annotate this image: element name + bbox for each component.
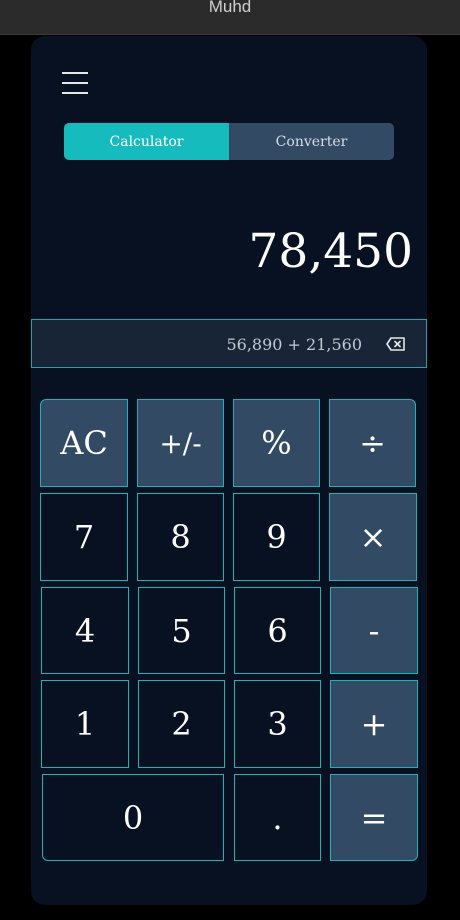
tab-converter[interactable]: Converter <box>229 123 394 160</box>
tab-calculator[interactable]: Calculator <box>64 123 229 160</box>
backspace-icon[interactable] <box>386 337 405 351</box>
plus-button[interactable]: + <box>330 680 418 768</box>
expression-text: 56,890 + 21,560 <box>226 335 362 354</box>
multiply-button[interactable]: × <box>329 493 417 581</box>
digit-9-button[interactable]: 9 <box>233 493 320 581</box>
digit-3-button[interactable]: 3 <box>234 680 321 768</box>
decimal-point-button[interactable]: . <box>234 774 321 861</box>
expression-bar: 56,890 + 21,560 <box>31 319 427 368</box>
digit-1-button[interactable]: 1 <box>41 680 129 768</box>
calculator-app: Calculator Converter 78,450 56,890 + 21,… <box>31 36 427 905</box>
digit-6-button[interactable]: 6 <box>234 587 321 674</box>
digit-0-button[interactable]: 0 <box>42 774 224 861</box>
clear-button[interactable]: AC <box>40 399 128 487</box>
digit-7-button[interactable]: 7 <box>40 493 128 581</box>
digit-5-button[interactable]: 5 <box>138 587 225 674</box>
minus-button[interactable]: - <box>330 587 418 674</box>
window-title: Muhd <box>208 0 252 16</box>
digit-8-button[interactable]: 8 <box>137 493 224 581</box>
equals-button[interactable]: = <box>330 774 418 861</box>
hamburger-menu-icon[interactable] <box>62 72 88 94</box>
digit-2-button[interactable]: 2 <box>138 680 225 768</box>
mode-tabs: Calculator Converter <box>64 123 394 160</box>
window-titlebar: Muhd <box>0 0 460 35</box>
plus-minus-label: +/- <box>159 426 202 460</box>
percent-button[interactable]: % <box>233 399 320 487</box>
result-display: 78,450 <box>248 224 413 279</box>
divide-button[interactable]: ÷ <box>329 399 416 487</box>
plus-minus-button[interactable]: +/- <box>137 399 224 487</box>
digit-4-button[interactable]: 4 <box>41 587 129 674</box>
